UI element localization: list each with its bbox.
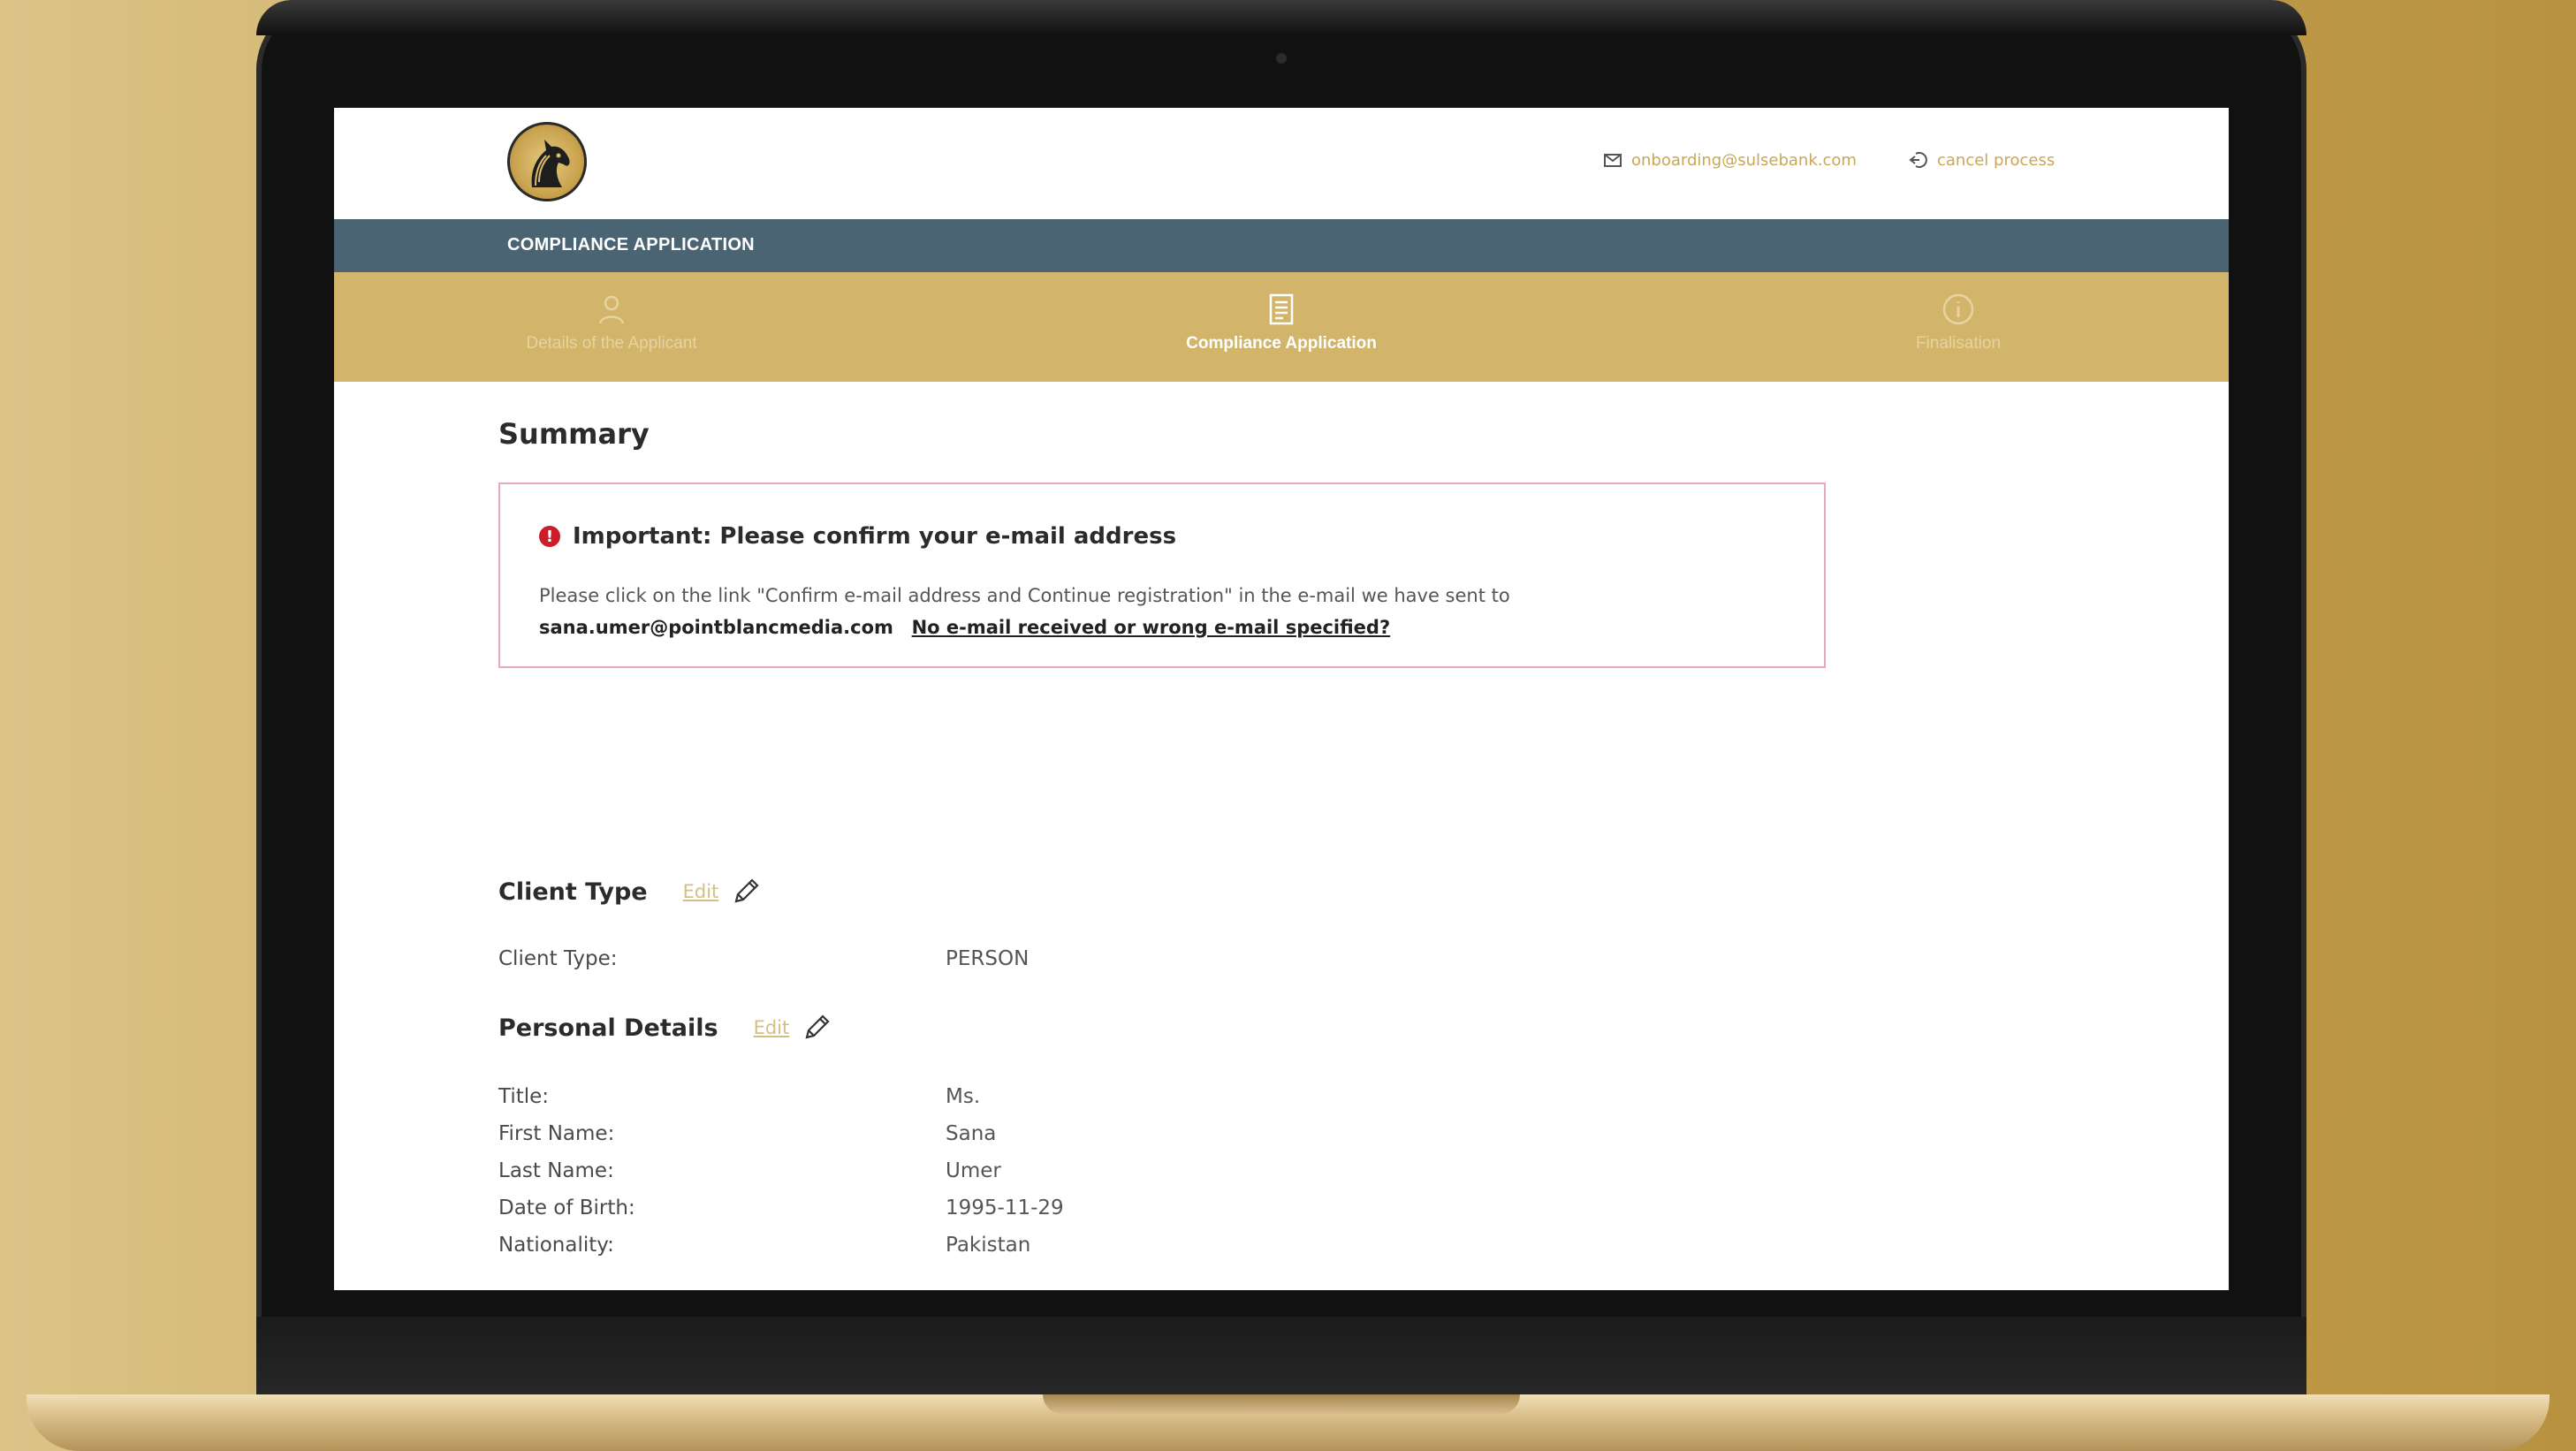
progress-steps: Details of the Applicant Compliance Appl…: [334, 272, 2229, 382]
document-icon: [1269, 293, 1294, 325]
field-value: Umer: [946, 1159, 1001, 1182]
personal-details-section-header: Personal Details Edit: [498, 1013, 832, 1043]
exclamation-icon: !: [539, 526, 560, 547]
info-icon: [1942, 293, 1974, 325]
field-label: Client Type:: [498, 947, 618, 970]
camera-dot: [1276, 53, 1287, 64]
field-label: Date of Birth:: [498, 1197, 635, 1219]
step-finalisation[interactable]: Finalisation: [1826, 292, 2091, 353]
section-title: Personal Details: [498, 1014, 718, 1042]
app-screen: onboarding@sulsebank.com cancel process …: [334, 108, 2229, 1290]
person-icon: [598, 295, 625, 324]
field-value: Pakistan: [946, 1234, 1031, 1257]
app-title: COMPLIANCE APPLICATION: [507, 235, 755, 254]
laptop-notch: [1043, 1394, 1520, 1414]
cancel-process-label: cancel process: [1937, 150, 2055, 170]
field-label: Title:: [498, 1085, 550, 1108]
step-label: Details of the Applicant: [526, 334, 697, 353]
alert-message: Please click on the link "Confirm e-mail…: [539, 585, 1510, 606]
step-label: Finalisation: [1915, 334, 2002, 353]
pencil-icon[interactable]: [802, 1013, 832, 1043]
mail-icon: [1604, 154, 1622, 167]
edit-client-type-link[interactable]: Edit: [683, 881, 719, 902]
alert-email: sana.umer@pointblancmedia.com: [539, 617, 893, 638]
resend-email-link[interactable]: No e-mail received or wrong e-mail speci…: [912, 617, 1391, 638]
field-label: Last Name:: [498, 1159, 614, 1182]
field-value: PERSON: [946, 947, 1030, 970]
alert-heading-row: ! Important: Please confirm your e-mail …: [539, 523, 1176, 550]
exit-icon: [1909, 152, 1927, 168]
step-applicant-details[interactable]: Details of the Applicant: [479, 292, 744, 353]
alert-heading: Important: Please confirm your e-mail ad…: [573, 523, 1177, 550]
field-label: First Name:: [498, 1122, 615, 1145]
step-label: Compliance Application: [1186, 334, 1377, 353]
cancel-process-link[interactable]: cancel process: [1909, 150, 2055, 170]
pencil-icon[interactable]: [731, 877, 761, 907]
field-value: 1995-11-29: [946, 1197, 1064, 1219]
app-title-bar: COMPLIANCE APPLICATION: [334, 219, 2229, 272]
field-value: Sana: [946, 1122, 997, 1145]
section-title: Client Type: [498, 877, 648, 906]
email-contact-link[interactable]: onboarding@sulsebank.com: [1603, 150, 1857, 170]
field-label: Nationality:: [498, 1234, 614, 1257]
client-type-section-header: Client Type Edit: [498, 877, 761, 907]
email-contact-label: onboarding@sulsebank.com: [1631, 150, 1857, 170]
step-compliance-application[interactable]: Compliance Application: [1149, 292, 1414, 353]
alert-body: Please click on the link "Confirm e-mail…: [539, 580, 1776, 643]
top-bar: onboarding@sulsebank.com cancel process: [334, 108, 2229, 219]
email-confirm-alert: ! Important: Please confirm your e-mail …: [498, 482, 1826, 668]
horse-logo[interactable]: [507, 122, 587, 201]
edit-personal-details-link[interactable]: Edit: [754, 1017, 790, 1038]
page-title: Summary: [498, 417, 650, 451]
field-value: Ms.: [946, 1085, 981, 1108]
